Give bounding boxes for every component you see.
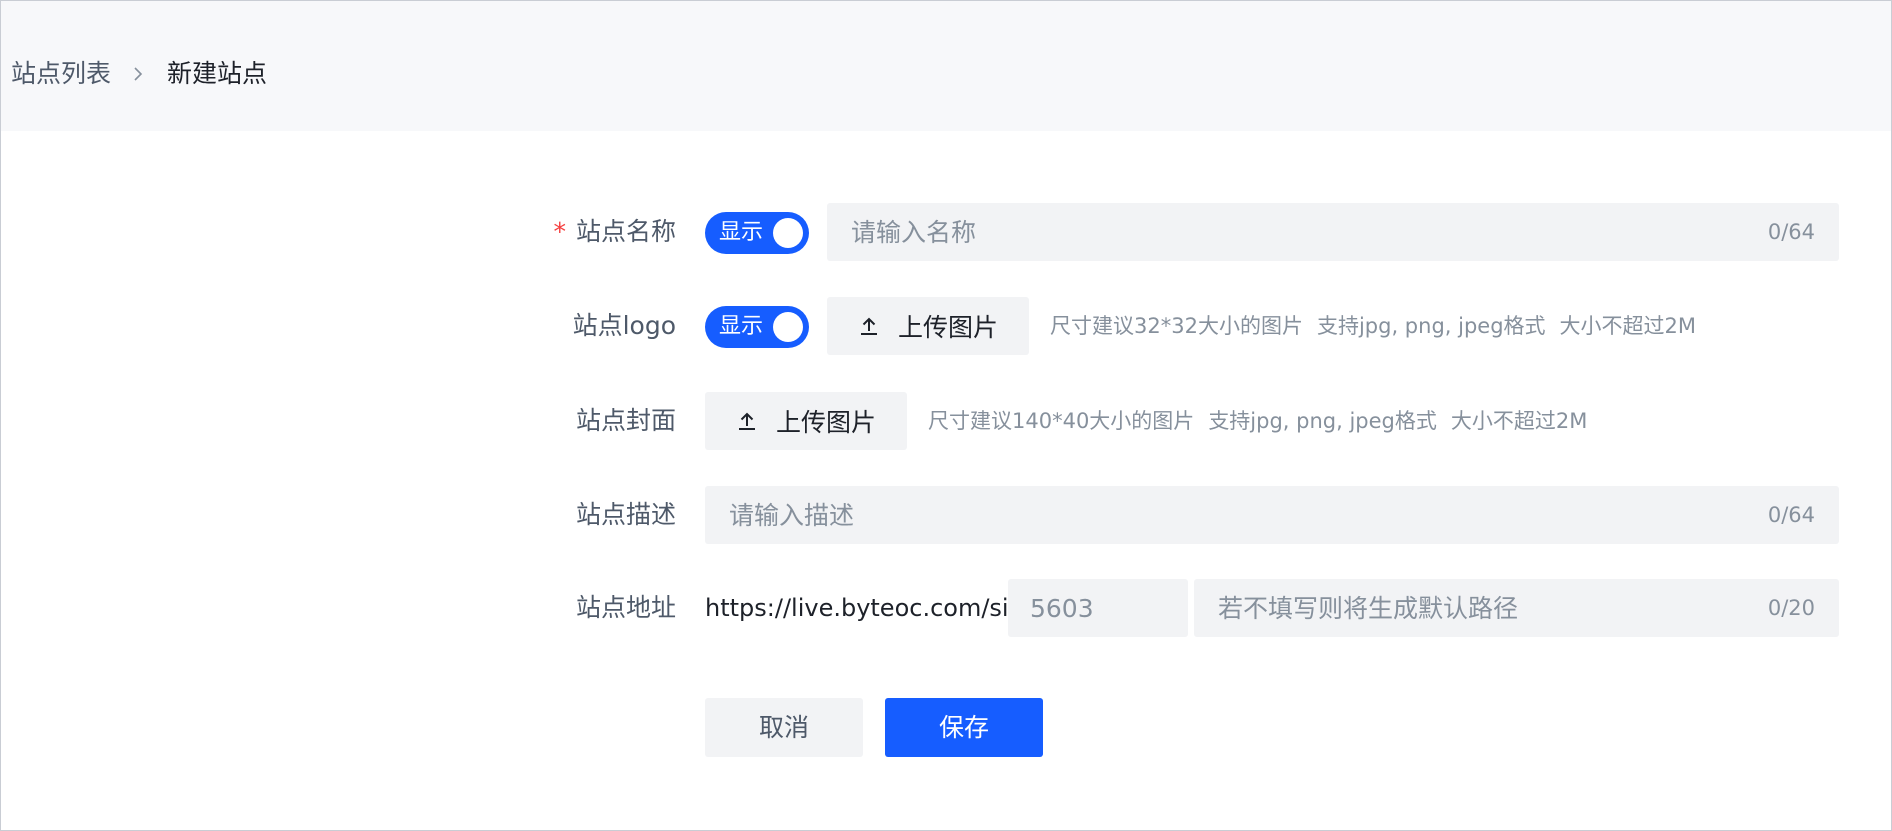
form-row-site-description: 站点描述 0/64 xyxy=(1,486,1891,544)
site-address-label: 站点地址 xyxy=(575,593,676,622)
upload-label: 上传图片 xyxy=(897,313,998,342)
breadcrumb-current: 新建站点 xyxy=(167,59,268,88)
hint-max-size: 大小不超过2M xyxy=(1450,409,1588,433)
chevron-right-icon xyxy=(134,67,143,81)
site-cover-hint: 尺寸建议140*40大小的图片 支持jpg, png, jpeg格式 大小不超过2M xyxy=(928,392,1601,450)
site-logo-show-toggle[interactable]: 显示 xyxy=(705,306,809,348)
site-path-input[interactable] xyxy=(1194,579,1839,637)
toggle-label: 显示 xyxy=(719,314,764,339)
site-id-input-wrapper xyxy=(1008,579,1188,637)
upload-icon xyxy=(860,317,877,335)
required-mark: * xyxy=(553,217,566,246)
site-description-label: 站点描述 xyxy=(575,500,676,529)
toggle-knob xyxy=(773,312,803,342)
breadcrumb: 站点列表 新建站点 xyxy=(11,56,267,92)
form-row-site-cover: 站点封面 上传图片 尺寸建议140*40大小的图片 支持jpg, png, jpe… xyxy=(1,392,1891,450)
hint-max-size: 大小不超过2M xyxy=(1559,314,1697,338)
hint-format: 支持jpg, png, jpeg格式 xyxy=(1316,314,1546,338)
page-header: 站点列表 新建站点 xyxy=(1,1,1891,131)
site-name-input-wrapper: 0/64 xyxy=(827,203,1839,261)
hint-size: 尺寸建议32*32大小的图片 xyxy=(1050,314,1303,338)
site-logo-label: 站点logo xyxy=(572,311,676,340)
site-cover-upload-button[interactable]: 上传图片 xyxy=(705,392,907,450)
hint-size: 尺寸建议140*40大小的图片 xyxy=(928,409,1195,433)
breadcrumb-site-list-link[interactable]: 站点列表 xyxy=(11,56,111,92)
save-button[interactable]: 保存 xyxy=(885,698,1043,757)
site-url-prefix: https://live.byteoc.com/site/ xyxy=(705,594,1041,622)
cancel-button[interactable]: 取消 xyxy=(705,698,863,757)
site-logo-hint: 尺寸建议32*32大小的图片 支持jpg, png, jpeg格式 大小不超过2M xyxy=(1050,297,1710,355)
site-id-input[interactable] xyxy=(1008,579,1188,637)
form-row-site-address: 站点地址 https://live.byteoc.com/site/ 0/20 xyxy=(1,579,1891,637)
toggle-label: 显示 xyxy=(719,220,764,245)
site-path-counter: 0/20 xyxy=(1767,596,1815,620)
site-name-label-text: 站点名称 xyxy=(575,217,676,246)
site-name-show-toggle[interactable]: 显示 xyxy=(705,212,809,254)
form-row-site-logo: 站点logo 显示 上传图片 尺寸建议32*32大小的图片 支持jpg, png,… xyxy=(1,297,1891,355)
hint-format: 支持jpg, png, jpeg格式 xyxy=(1208,409,1437,433)
site-path-input-wrapper: 0/20 xyxy=(1194,579,1839,637)
upload-label: 上传图片 xyxy=(775,408,876,437)
site-logo-upload-button[interactable]: 上传图片 xyxy=(827,297,1029,355)
site-name-counter: 0/64 xyxy=(1767,220,1815,244)
site-cover-label: 站点封面 xyxy=(575,406,676,435)
site-description-input[interactable] xyxy=(705,486,1839,544)
site-name-label: * 站点名称 xyxy=(553,203,676,261)
form-row-site-name: * 站点名称 显示 0/64 xyxy=(1,203,1891,261)
site-description-input-wrapper: 0/64 xyxy=(705,486,1839,544)
toggle-knob xyxy=(773,218,803,248)
site-name-input[interactable] xyxy=(827,203,1839,261)
page-frame: 站点列表 新建站点 * 站点名称 显示 0/64 站点logo 显示 xyxy=(0,0,1892,831)
site-description-counter: 0/64 xyxy=(1767,503,1815,527)
upload-icon xyxy=(738,412,755,430)
